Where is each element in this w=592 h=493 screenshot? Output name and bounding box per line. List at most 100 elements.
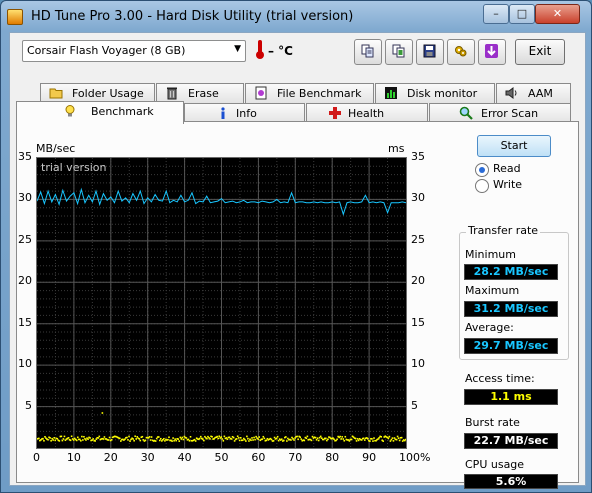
write-radio[interactable] <box>475 179 489 193</box>
drive-select[interactable]: Corsair Flash Voyager (8 GB) ▼ <box>22 40 246 62</box>
access-time-point <box>226 438 229 441</box>
client-area: Corsair Flash Voyager (8 GB) ▼ – °C Exit <box>9 32 586 489</box>
access-time-point <box>299 436 301 438</box>
access-time-point <box>175 439 177 442</box>
access-time-label: Access time: <box>465 372 535 385</box>
access-time-point <box>127 439 129 441</box>
access-time-point <box>391 437 394 439</box>
access-time-point <box>239 437 242 439</box>
access-time-point <box>250 439 252 442</box>
transfer-rate-title: Transfer rate <box>466 224 541 237</box>
access-time-point <box>261 438 264 440</box>
y-tick-label-right: 30 <box>411 191 425 205</box>
access-time-point <box>61 439 64 442</box>
access-time-point <box>251 437 253 439</box>
access-time-point <box>98 435 101 438</box>
access-time-point <box>277 439 280 442</box>
tab-benchmark[interactable]: Benchmark <box>16 101 184 124</box>
y-tick-label-right: 15 <box>411 315 425 329</box>
tab-erase[interactable]: Erase <box>156 83 244 103</box>
exit-button[interactable]: Exit <box>515 39 565 65</box>
minimize-button[interactable]: – <box>483 4 509 24</box>
access-time-point <box>202 438 204 440</box>
tab-file-benchmark[interactable]: File Benchmark <box>245 83 374 103</box>
access-time-point <box>310 439 313 442</box>
folder-icon <box>49 88 63 99</box>
copy-info-icon <box>361 44 374 58</box>
access-time-point <box>138 438 141 440</box>
access-time-point <box>38 437 40 440</box>
benchmark-panel: MB/sec ms trial version Start Read Write… <box>16 121 579 489</box>
x-tick-label: 20 <box>103 451 118 464</box>
tab-erase-label: Erase <box>188 87 219 100</box>
x-tick-label: 30 <box>140 451 155 464</box>
access-time-point <box>244 438 246 441</box>
access-time-point <box>172 437 174 439</box>
write-radio-label[interactable]: Write <box>493 178 522 191</box>
tab-file-benchmark-label: File Benchmark <box>277 87 362 100</box>
access-time-point <box>222 439 225 442</box>
tab-disk-monitor[interactable]: Disk monitor <box>375 83 495 103</box>
tab-info[interactable]: Info <box>184 103 305 123</box>
health-cross-icon <box>329 107 341 119</box>
y-tick-label-left: 25 <box>18 232 32 246</box>
access-time-point <box>246 435 248 438</box>
access-time-point <box>63 435 66 438</box>
tab-health[interactable]: Health <box>306 103 428 123</box>
title-bar[interactable]: HD Tune Pro 3.00 - Hard Disk Utility (tr… <box>1 1 591 33</box>
download-button[interactable] <box>478 39 506 65</box>
access-time-point <box>369 440 371 442</box>
access-time-point <box>107 439 110 441</box>
access-time-point <box>320 437 323 439</box>
access-time-point <box>49 437 51 439</box>
access-time-point <box>203 439 205 442</box>
access-time-point <box>119 437 121 440</box>
access-time-point <box>363 439 366 441</box>
read-radio[interactable] <box>475 163 489 177</box>
access-time-point <box>158 439 161 442</box>
start-button[interactable]: Start <box>477 135 551 157</box>
access-time-point <box>144 439 147 442</box>
tab-error-scan[interactable]: Error Scan <box>429 103 571 123</box>
access-time-point <box>54 439 57 442</box>
access-time-point <box>209 438 211 440</box>
y-tick-label-right: 5 <box>411 398 418 412</box>
access-time-point <box>136 436 139 438</box>
tabs-bottom-row: Benchmark Info Health Error Scan <box>16 101 579 124</box>
copy-info-button[interactable] <box>354 39 382 65</box>
access-time-point <box>286 440 288 442</box>
access-time-point <box>300 438 303 440</box>
access-time-point <box>133 439 135 442</box>
access-time-point <box>69 439 72 442</box>
lightbulb-icon <box>65 105 75 117</box>
options-button[interactable] <box>447 39 475 65</box>
trash-icon <box>167 87 177 100</box>
access-time-point <box>290 439 292 441</box>
access-time-point <box>173 439 175 442</box>
access-time-point <box>314 436 317 439</box>
access-time-point <box>316 437 319 440</box>
save-button[interactable] <box>416 39 444 65</box>
tab-folder-usage[interactable]: Folder Usage <box>40 83 155 103</box>
close-button[interactable]: ✕ <box>535 4 580 24</box>
access-time-point <box>248 440 250 442</box>
access-time-point <box>235 438 238 440</box>
burst-rate-label: Burst rate <box>465 416 520 429</box>
access-time-point <box>380 436 382 438</box>
tab-aam[interactable]: AAM <box>496 83 571 103</box>
read-radio-label[interactable]: Read <box>493 162 521 175</box>
access-time-point <box>180 438 183 440</box>
access-time-point <box>199 435 202 438</box>
copy-screenshot-button[interactable] <box>385 39 413 65</box>
access-time-point <box>160 437 162 440</box>
access-time-point <box>283 439 285 442</box>
maximize-button[interactable]: □ <box>509 4 535 24</box>
cpu-usage-value: 5.6% <box>464 474 558 489</box>
access-time-point <box>303 439 306 442</box>
access-time-point <box>373 437 375 439</box>
tab-folder-usage-label: Folder Usage <box>72 87 144 100</box>
drive-select-value: Corsair Flash Voyager (8 GB) <box>27 44 186 57</box>
access-time-point <box>52 439 54 441</box>
access-time-point <box>75 439 78 442</box>
access-time-point <box>354 437 357 440</box>
